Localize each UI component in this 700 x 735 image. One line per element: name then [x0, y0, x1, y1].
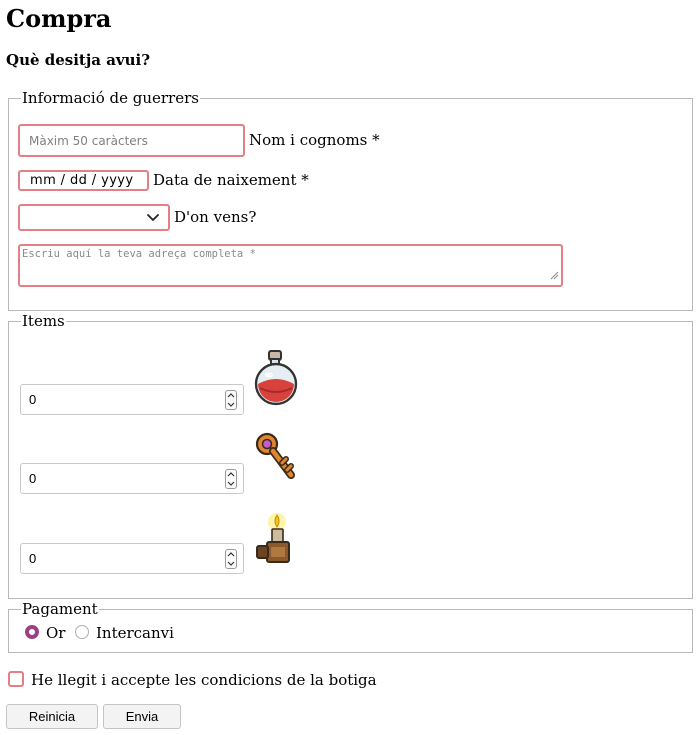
chevron-down-icon — [142, 207, 164, 229]
warrior-info-legend: Informació de guerrers — [22, 89, 199, 107]
key-quantity-value: 0 — [29, 471, 37, 486]
origin-label: D'on vens? — [174, 208, 257, 226]
lantern-quantity-input[interactable]: 0 — [20, 543, 244, 574]
name-label: Nom i cognoms * — [249, 131, 380, 149]
key-icon — [254, 431, 298, 487]
payment-trade-label: Intercanvi — [96, 624, 174, 642]
payment-legend: Pagament — [22, 600, 98, 618]
potion-quantity-value: 0 — [29, 392, 37, 407]
name-input[interactable]: Màxim 50 caràcters — [18, 124, 245, 157]
terms-label: He llegit i accepte les condicions de la… — [31, 671, 377, 689]
key-quantity-input[interactable]: 0 — [20, 463, 244, 494]
birthdate-input[interactable]: mm / dd / yyyy — [18, 170, 149, 191]
page-subtitle: Què desitja avui? — [6, 51, 151, 69]
birthdate-label: Data de naixement * — [153, 171, 309, 189]
stepper-icon[interactable] — [225, 469, 237, 489]
potion-quantity-input[interactable]: 0 — [20, 384, 244, 415]
red-potion-icon — [252, 348, 300, 410]
terms-checkbox[interactable] — [8, 671, 24, 687]
birthdate-value: mm / dd / yyyy — [30, 173, 134, 188]
reset-button[interactable]: Reinicia — [6, 704, 98, 729]
lantern-quantity-value: 0 — [29, 551, 37, 566]
address-placeholder: Escriu aquí la teva adreça completa * — [22, 248, 256, 260]
resize-handle-icon[interactable] — [549, 270, 559, 283]
stepper-icon[interactable] — [225, 390, 237, 410]
lantern-icon — [254, 510, 294, 570]
items-legend: Items — [22, 312, 65, 330]
stepper-icon[interactable] — [225, 549, 237, 569]
address-textarea[interactable]: Escriu aquí la teva adreça completa * — [18, 244, 563, 287]
payment-gold-label: Or — [46, 624, 66, 642]
payment-gold-radio[interactable] — [25, 625, 39, 639]
name-placeholder: Màxim 50 caràcters — [29, 133, 148, 148]
payment-trade-radio[interactable] — [75, 625, 89, 639]
page-title: Compra — [6, 4, 112, 33]
origin-select[interactable] — [18, 204, 170, 231]
submit-button[interactable]: Envia — [103, 704, 181, 729]
